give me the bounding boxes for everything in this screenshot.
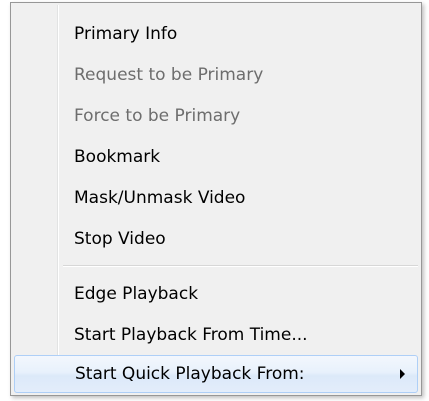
menu-item-edge-playback[interactable]: Edge Playback xyxy=(14,275,418,313)
chevron-right-icon xyxy=(400,369,405,379)
menu-item-label: Mask/Unmask Video xyxy=(74,188,246,208)
context-menu: Primary Info Request to be Primary Force… xyxy=(10,2,422,396)
menu-item-label: Start Quick Playback From: xyxy=(75,364,305,384)
menu-item-primary-info[interactable]: Primary Info xyxy=(14,15,418,53)
menu-item-request-to-be-primary: Request to be Primary xyxy=(14,56,418,94)
menu-item-label: Bookmark xyxy=(74,147,161,167)
menu-item-stop-video[interactable]: Stop Video xyxy=(14,220,418,258)
menu-item-label: Start Playback From Time... xyxy=(74,325,308,345)
menu-item-label: Request to be Primary xyxy=(74,65,264,85)
menu-item-bookmark[interactable]: Bookmark xyxy=(14,138,418,176)
menu-item-start-playback-from-time[interactable]: Start Playback From Time... xyxy=(14,316,418,354)
menu-separator xyxy=(63,265,418,267)
menu-item-mask-unmask-video[interactable]: Mask/Unmask Video xyxy=(14,179,418,217)
menu-item-label: Edge Playback xyxy=(74,284,199,304)
menu-item-label: Stop Video xyxy=(74,229,166,249)
menu-item-label: Primary Info xyxy=(74,24,178,44)
menu-item-force-to-be-primary: Force to be Primary xyxy=(14,97,418,135)
menu-item-label: Force to be Primary xyxy=(74,106,241,126)
menu-item-start-quick-playback-from[interactable]: Start Quick Playback From: xyxy=(14,355,418,393)
